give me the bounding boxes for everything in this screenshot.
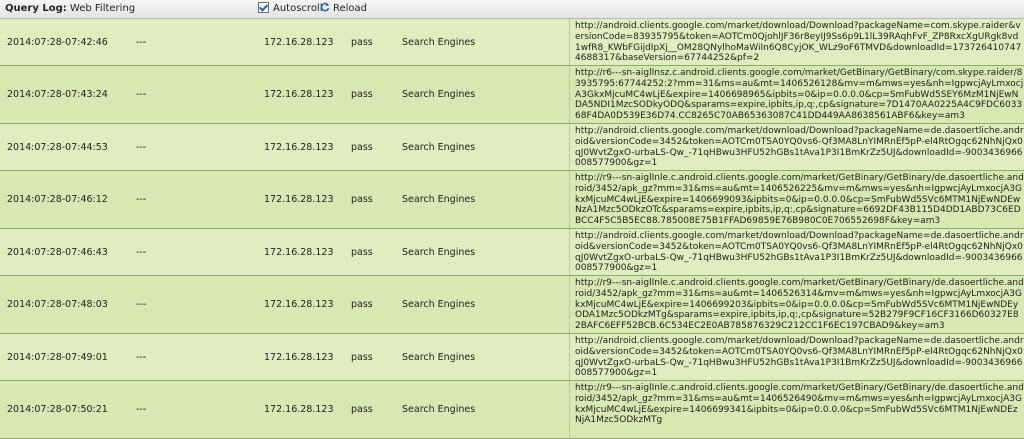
row-time: 2014:07:28-07:49:01	[7, 352, 108, 363]
row-category: Search Engines	[402, 194, 476, 205]
row-action: pass	[351, 299, 373, 310]
row-time: 2014:07:28-07:46:43	[7, 247, 108, 258]
row-url: http://r9---sn-aiglInle.c.android.client…	[569, 171, 1024, 228]
row-category: Search Engines	[402, 89, 476, 100]
row-category: Search Engines	[402, 352, 476, 363]
row-ip: 172.16.28.123	[264, 37, 334, 48]
table-row[interactable]: 2014:07:28-07:42:46 --- 172.16.28.123 pa…	[0, 19, 1024, 66]
row-user: ---	[136, 89, 147, 100]
title-bold: Query Log:	[5, 3, 67, 14]
table-row[interactable]: 2014:07:28-07:49:01 --- 172.16.28.123 pa…	[0, 334, 1024, 381]
log-table: 2014:07:28-07:42:46 --- 172.16.28.123 pa…	[0, 19, 1024, 439]
row-url: http://android.clients.google.com/market…	[569, 334, 1024, 380]
row-user: ---	[136, 142, 147, 153]
reload-label: Reload	[333, 3, 368, 14]
table-row[interactable]: 2014:07:28-07:46:12 --- 172.16.28.123 pa…	[0, 171, 1024, 229]
row-ip: 172.16.28.123	[264, 142, 334, 153]
row-user: ---	[136, 404, 147, 415]
row-ip: 172.16.28.123	[264, 247, 334, 258]
row-user: ---	[136, 37, 147, 48]
row-category: Search Engines	[402, 404, 476, 415]
window-title: Query Log: Web Filtering	[5, 0, 135, 18]
table-row[interactable]: 2014:07:28-07:50:21 --- 172.16.28.123 pa…	[0, 381, 1024, 439]
row-user: ---	[136, 194, 147, 205]
row-time: 2014:07:28-07:46:12	[7, 194, 108, 205]
row-ip: 172.16.28.123	[264, 352, 334, 363]
row-ip: 172.16.28.123	[264, 299, 334, 310]
reload-icon	[320, 2, 330, 12]
row-time: 2014:07:28-07:43:24	[7, 89, 108, 100]
row-category: Search Engines	[402, 37, 476, 48]
row-url: http://r9---sn-aiglInle.c.android.client…	[569, 276, 1024, 333]
title-rest: Web Filtering	[69, 3, 136, 14]
autoscroll-checkbox[interactable]	[258, 2, 269, 13]
row-time: 2014:07:28-07:44:53	[7, 142, 108, 153]
row-action: pass	[351, 247, 373, 258]
row-url: http://android.clients.google.com/market…	[569, 124, 1024, 170]
row-url: http://android.clients.google.com/market…	[569, 19, 1024, 65]
row-action: pass	[351, 142, 373, 153]
row-action: pass	[351, 37, 373, 48]
row-user: ---	[136, 352, 147, 363]
row-time: 2014:07:28-07:42:46	[7, 37, 108, 48]
row-time: 2014:07:28-07:48:03	[7, 299, 108, 310]
table-row[interactable]: 2014:07:28-07:44:53 --- 172.16.28.123 pa…	[0, 124, 1024, 171]
row-ip: 172.16.28.123	[264, 89, 334, 100]
row-ip: 172.16.28.123	[264, 404, 334, 415]
query-log-header: Query Log: Web Filtering Autoscroll Relo…	[0, 0, 1024, 19]
row-action: pass	[351, 194, 373, 205]
table-row[interactable]: 2014:07:28-07:48:03 --- 172.16.28.123 pa…	[0, 276, 1024, 334]
row-url: http://android.clients.google.com/market…	[569, 229, 1024, 275]
row-action: pass	[351, 89, 373, 100]
row-ip: 172.16.28.123	[264, 194, 334, 205]
row-user: ---	[136, 247, 147, 258]
row-time: 2014:07:28-07:50:21	[7, 404, 108, 415]
row-user: ---	[136, 299, 147, 310]
row-url: http://r6---sn-aiglInsz.c.android.client…	[569, 66, 1024, 123]
row-url: http://r9---sn-aiglInle.c.android.client…	[569, 381, 1024, 438]
autoscroll-toggle[interactable]: Autoscroll	[258, 0, 323, 18]
table-row[interactable]: 2014:07:28-07:43:24 --- 172.16.28.123 pa…	[0, 66, 1024, 124]
row-category: Search Engines	[402, 299, 476, 310]
row-category: Search Engines	[402, 142, 476, 153]
autoscroll-label: Autoscroll	[273, 3, 323, 14]
row-action: pass	[351, 404, 373, 415]
row-action: pass	[351, 352, 373, 363]
table-row[interactable]: 2014:07:28-07:46:43 --- 172.16.28.123 pa…	[0, 229, 1024, 276]
row-category: Search Engines	[402, 247, 476, 258]
reload-button[interactable]: Reload	[320, 0, 367, 18]
